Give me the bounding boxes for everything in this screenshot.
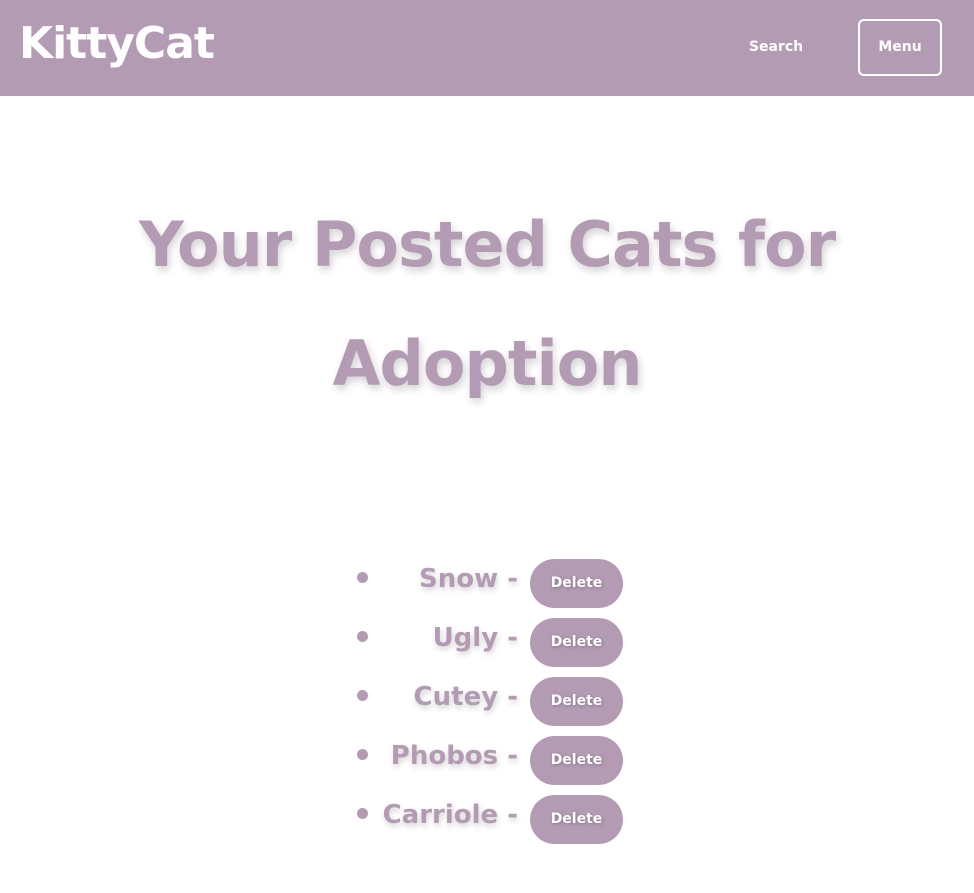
bullet-icon xyxy=(357,572,368,583)
list-item: Phobos - Delete xyxy=(340,731,640,790)
navbar: KittyCat Search Menu xyxy=(0,0,974,96)
list-item: Carriole - Delete xyxy=(340,790,640,849)
cat-name: Snow - xyxy=(419,564,518,594)
bullet-icon xyxy=(357,749,368,760)
delete-button[interactable]: Delete xyxy=(530,736,623,785)
list-item: Snow - Delete xyxy=(340,554,640,613)
search-link[interactable]: Search xyxy=(736,34,816,60)
brand-logo[interactable]: KittyCat xyxy=(19,14,215,74)
delete-button[interactable]: Delete xyxy=(530,618,623,667)
delete-button[interactable]: Delete xyxy=(530,795,623,844)
cat-list: Snow - Delete Ugly - Delete Cutey - Dele… xyxy=(340,554,640,849)
bullet-icon xyxy=(357,631,368,642)
list-item: Cutey - Delete xyxy=(340,672,640,731)
cat-name: Cutey - xyxy=(413,682,518,712)
cat-name: Carriole - xyxy=(382,800,518,830)
delete-button[interactable]: Delete xyxy=(530,559,623,608)
cat-name: Ugly - xyxy=(432,623,518,653)
page-title: Your Posted Cats for Adoption xyxy=(138,208,836,400)
list-item: Ugly - Delete xyxy=(340,613,640,672)
bullet-icon xyxy=(357,690,368,701)
delete-button[interactable]: Delete xyxy=(530,677,623,726)
bullet-icon xyxy=(357,808,368,819)
menu-button[interactable]: Menu xyxy=(858,19,942,76)
cat-name: Phobos - xyxy=(390,741,518,771)
